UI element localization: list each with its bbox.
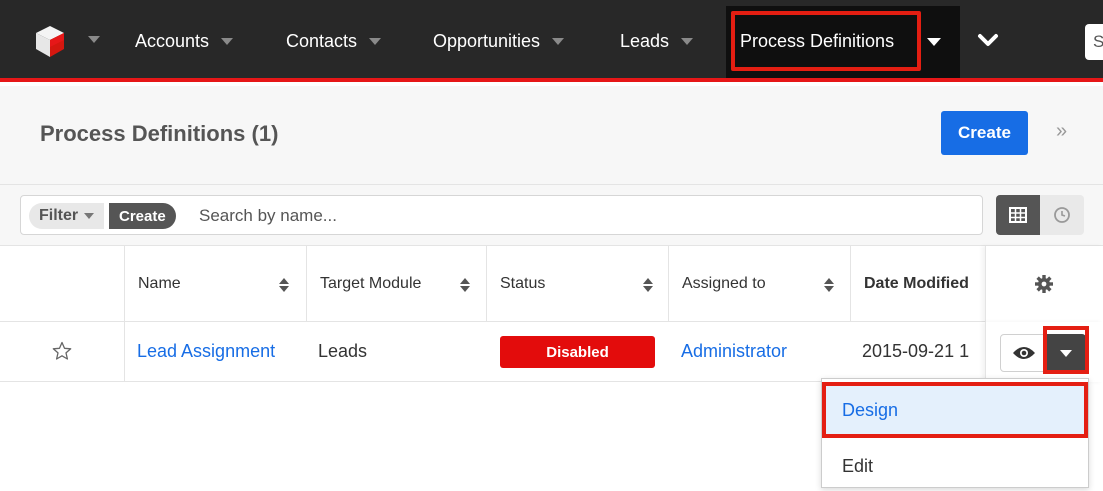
headerpane: Process Definitions (1) Create » [0,86,1103,185]
annotation-highlight-box [731,11,921,71]
column-label: Target Module [320,275,422,292]
activity-stream-toggle[interactable] [1040,195,1084,235]
column-header-status[interactable]: Status [486,246,668,322]
list-view-toggle[interactable] [996,195,1040,235]
table-header: Name Target Module Status Assigned to Da… [0,246,1103,322]
chevron-down-icon [84,213,95,219]
chevron-down-icon[interactable] [681,37,694,45]
chevron-down-icon[interactable] [221,37,234,45]
search-input[interactable] [199,202,959,230]
nav-label: Opportunities [433,30,541,51]
annotation-highlight-box [1043,326,1089,374]
create-button[interactable]: Create [941,111,1028,155]
search-input-text: S [1093,32,1103,51]
column-label: Name [138,275,181,292]
global-search-input[interactable]: S [1085,24,1103,60]
annotation-highlight-box [822,382,1088,438]
create-filter-button[interactable]: Create [109,203,176,229]
clock-icon [1054,207,1070,223]
filter-bar: Filter Create [0,185,1103,246]
nav-item-accounts[interactable]: Accounts [135,0,234,82]
filter-dropdown[interactable]: Filter [29,203,105,229]
favorite-star-icon[interactable] [52,341,72,361]
column-header-date-modified[interactable]: Date Modified [850,246,985,322]
sort-icon[interactable] [643,278,653,292]
nav-label: Contacts [286,30,358,51]
filter-container: Filter Create [20,195,983,235]
chevron-down-icon[interactable] [552,37,565,45]
status-badge: Disabled [500,336,655,368]
gear-icon[interactable] [1034,274,1054,294]
date-modified-value: 2015-09-21 1 [862,341,970,361]
nav-item-opportunities[interactable]: Opportunities [433,0,565,82]
column-settings-cell [985,246,1103,322]
column-label: Status [500,275,546,292]
table-row: Lead Assignment Leads Disabled Administr… [0,322,1103,382]
column-label: Assigned to [682,275,766,292]
nav-item-contacts[interactable]: Contacts [286,0,382,82]
sort-icon[interactable] [460,278,470,292]
eye-icon [1013,347,1035,359]
menu-item-label: Edit [842,455,874,476]
table-grid-icon [1009,207,1027,223]
logo-caret-icon[interactable] [88,36,100,43]
nav-label: Leads [620,30,670,51]
sidebar-toggle-icon[interactable]: » [1056,120,1067,143]
sort-icon[interactable] [824,278,834,292]
nav-item-leads[interactable]: Leads [620,0,694,82]
page-title: Process Definitions (1) [40,121,279,146]
filter-label: Filter [39,207,79,224]
more-modules-chevron-icon[interactable] [976,28,1000,52]
sort-icon[interactable] [279,278,289,292]
column-header-assigned-to[interactable]: Assigned to [668,246,850,322]
app-logo-cube-icon[interactable] [33,24,67,58]
top-nav: Accounts Contacts Opportunities Leads Pr… [0,0,1103,82]
target-module-value: Leads [318,341,368,361]
column-label: Date Modified [864,275,969,292]
record-name-link[interactable]: Lead Assignment [137,341,275,362]
nav-label: Accounts [135,30,210,51]
menu-item-edit[interactable]: Edit [822,441,1088,491]
column-header-target-module[interactable]: Target Module [306,246,486,322]
assigned-user-link[interactable]: Administrator [681,341,787,362]
chevron-down-icon[interactable] [927,38,941,46]
chevron-down-icon[interactable] [369,37,382,45]
preview-button[interactable] [1000,334,1046,372]
